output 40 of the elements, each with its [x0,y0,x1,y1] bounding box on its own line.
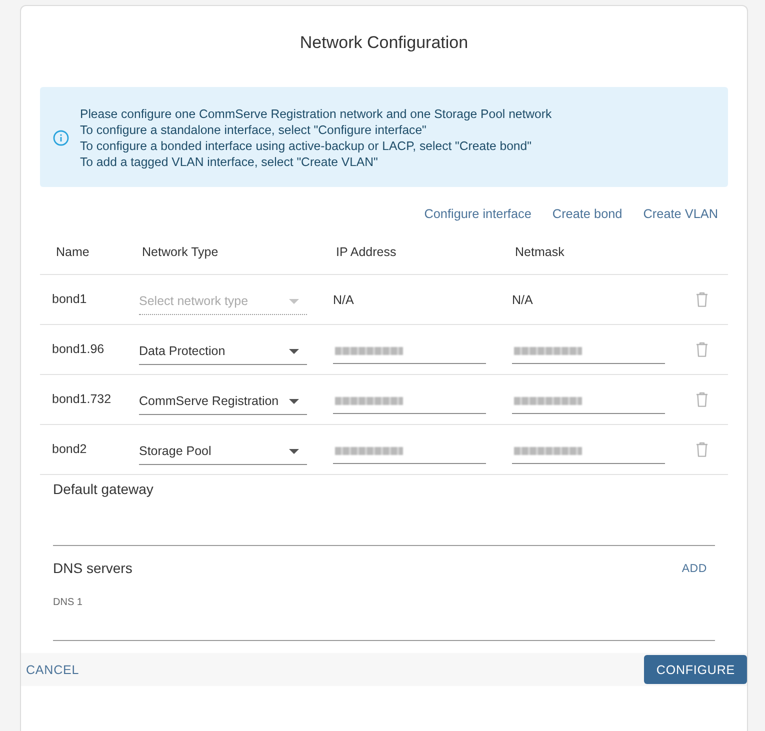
interface-name: bond1.732 [52,392,112,406]
table-cell: N/A [512,292,533,306]
info-message: To add a tagged VLAN interface, select "Create VLAN" [80,154,378,170]
info-message: To configure a bonded interface using active-backup or LACP, select "Create bond" [80,138,532,154]
info-message: Please configure one CommServe Registration network and one Storage Pool network [80,106,552,122]
action-link[interactable]: Create bond [552,207,622,221]
trash-icon [696,392,708,407]
dialog-title: Network Configuration [300,32,468,53]
add-button[interactable]: ADD [674,559,715,579]
cancel-button[interactable]: CANCEL [22,658,84,680]
trash-icon [696,442,708,457]
default-gateway-label: Default gateway [53,480,154,498]
interface-name: bond2 [52,442,87,456]
network-type-select[interactable]: Data Protection [139,338,307,364]
caret-icon [289,348,299,354]
delete-button[interactable] [696,442,708,457]
network-type-select[interactable]: CommServe Registration [139,388,307,414]
caret-icon [289,448,299,454]
column-header: Netmask [514,244,564,258]
column-header: Name [56,244,90,258]
table-cell: N/A [333,292,354,306]
info-message: To configure a standalone interface, select "Configure interface" [80,122,426,138]
delete-button[interactable] [696,342,708,357]
interface-name: bond1 [52,292,87,306]
column-header: Network Type [141,244,218,258]
caret-icon [289,298,299,304]
info-icon [53,130,69,146]
configure-button[interactable]: CONFIGURE [644,655,747,684]
interface-name: bond1.96 [52,342,104,356]
network-type-select[interactable]: Storage Pool [139,438,307,464]
column-header: IP Address [335,244,396,258]
delete-button[interactable] [696,292,708,307]
action-link[interactable]: Configure interface [424,207,532,221]
dns-servers-label: DNS servers [53,559,132,577]
caret-icon [289,398,299,404]
trash-icon [696,342,708,357]
trash-icon [696,292,708,307]
dns-input-field[interactable]: DNS 1 [53,597,715,641]
delete-button[interactable] [696,392,708,407]
action-link[interactable]: Create VLAN [643,207,718,221]
